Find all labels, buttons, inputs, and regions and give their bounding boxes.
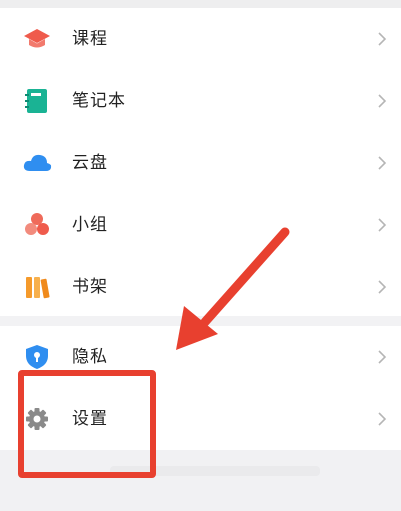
notebook-icon xyxy=(22,87,52,115)
menu-item-label: 笔记本 xyxy=(72,91,126,111)
top-strip xyxy=(0,0,401,8)
menu-item-bookshelf[interactable]: 书架 xyxy=(0,256,401,318)
menu-group-main: 课程 笔记本 云盘 小组 书架 xyxy=(0,8,401,316)
menu-item-label: 书架 xyxy=(72,277,108,297)
menu-item-groups[interactable]: 小组 xyxy=(0,194,401,256)
chevron-right-icon xyxy=(377,31,387,47)
menu-item-label: 小组 xyxy=(72,215,108,235)
chevron-right-icon xyxy=(377,155,387,171)
menu-item-label: 隐私 xyxy=(72,347,108,367)
menu-item-label: 云盘 xyxy=(72,153,108,173)
group-icon xyxy=(22,211,52,239)
menu-item-label: 课程 xyxy=(72,29,108,49)
shield-icon xyxy=(22,343,52,371)
chevron-right-icon xyxy=(377,93,387,109)
menu-item-courses[interactable]: 课程 xyxy=(0,8,401,70)
cloud-icon xyxy=(22,149,52,177)
chevron-right-icon xyxy=(377,349,387,365)
chevron-right-icon xyxy=(377,411,387,427)
chevron-right-icon xyxy=(377,279,387,295)
menu-item-cloud-drive[interactable]: 云盘 xyxy=(0,132,401,194)
annotation-highlight-box xyxy=(18,370,156,478)
graduation-cap-icon xyxy=(22,25,52,53)
chevron-right-icon xyxy=(377,217,387,233)
menu-item-notebook[interactable]: 笔记本 xyxy=(0,70,401,132)
bookshelf-icon xyxy=(22,273,52,301)
